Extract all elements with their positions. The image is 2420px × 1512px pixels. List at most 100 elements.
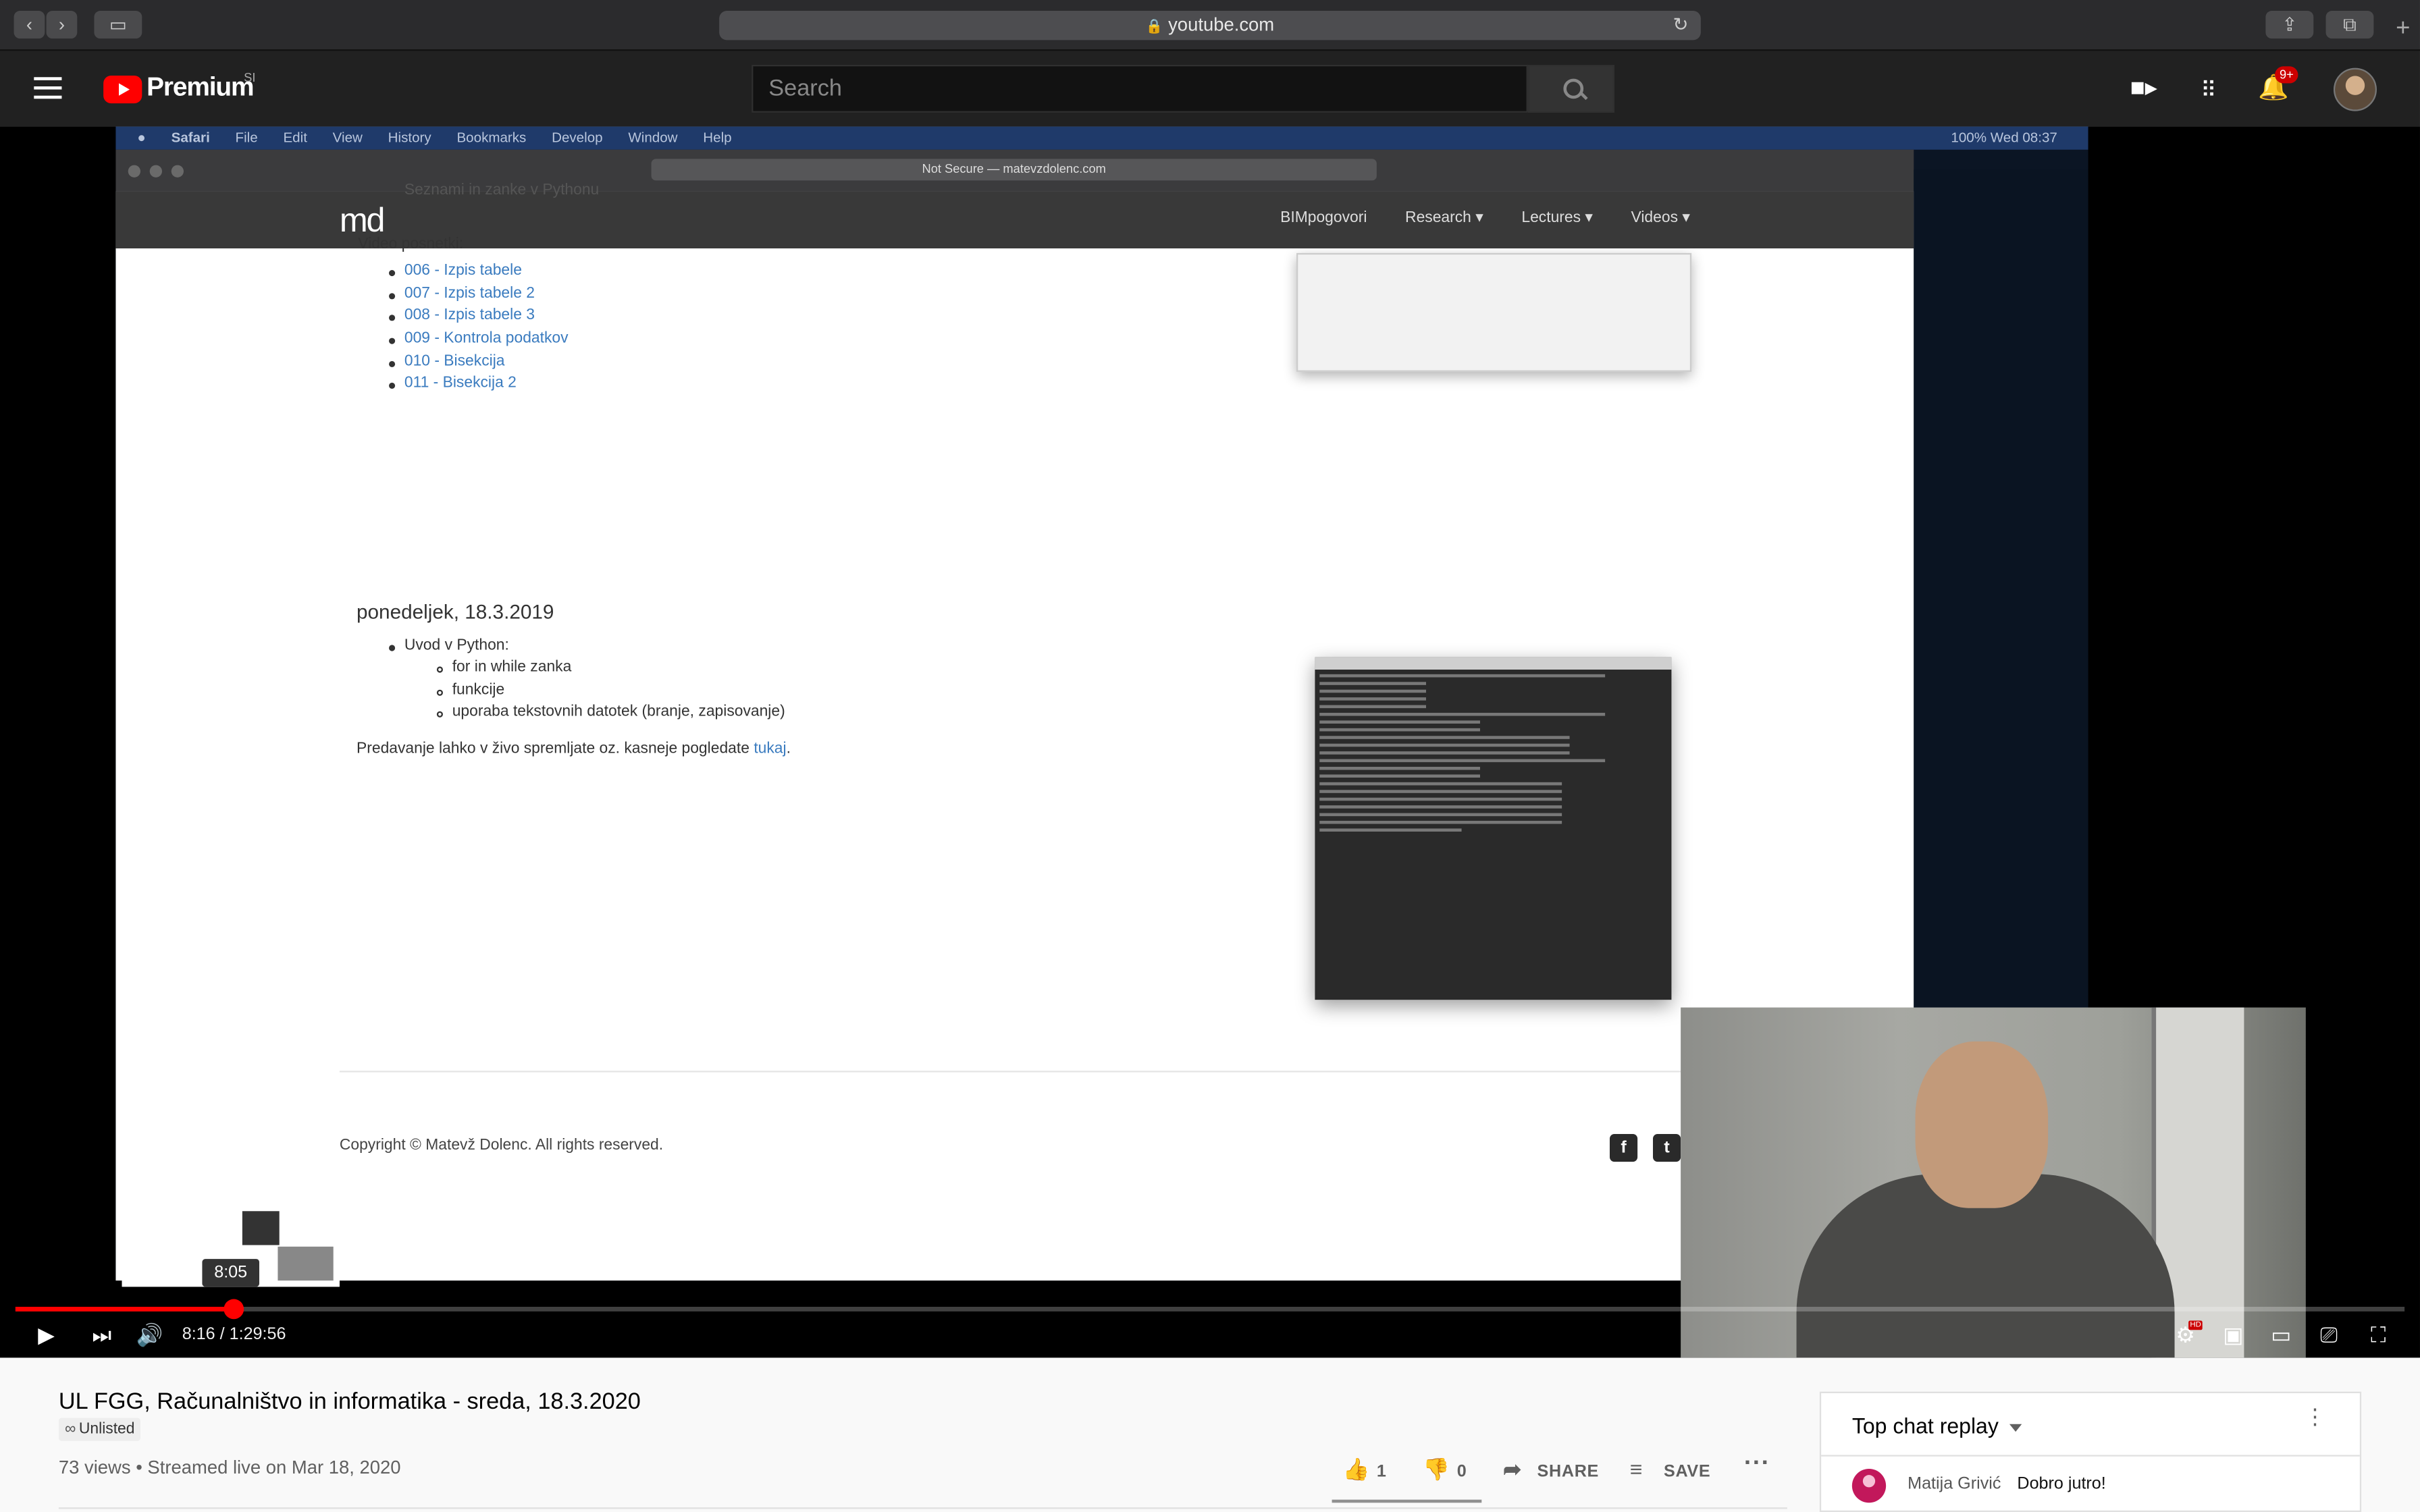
video-link: 006 - Izpis tabele <box>404 262 522 279</box>
share-icon[interactable]: ⇪ <box>2265 10 2314 39</box>
fullscreen-icon[interactable]: ⛶ <box>2361 1318 2395 1351</box>
twitter-icon: t <box>1652 1133 1681 1162</box>
account-avatar[interactable] <box>2333 68 2377 111</box>
bullet-icon <box>388 269 396 277</box>
more-actions-icon[interactable]: ··· <box>1744 1451 1770 1478</box>
site-nav-item: Research ▾ <box>1405 209 1483 227</box>
chat-mode-selector[interactable]: Top chat replay <box>1852 1413 1999 1438</box>
play-icon[interactable]: ▶ <box>31 1318 62 1351</box>
save-button[interactable]: ≡ SAVE <box>1630 1457 1711 1482</box>
lock-icon: 🔒 <box>1145 18 1163 34</box>
views-and-date: 73 views • Streamed live on Mar 18, 2020 <box>58 1456 401 1478</box>
mac-status-clock: 100% Wed 08:37 <box>1951 129 2057 145</box>
forward-icon[interactable]: › <box>46 10 78 39</box>
sub-item: for in while zanka <box>452 658 572 676</box>
video-links-label: Video posnetki: <box>358 236 464 253</box>
video-player[interactable]: ● Safari File Edit View History Bookmark… <box>0 126 2420 1358</box>
dislike-count: 0 <box>1456 1462 1467 1482</box>
reload-icon[interactable]: ↻ <box>1673 11 1689 40</box>
time-display: 8:16 / 1:29:56 <box>182 1325 286 1344</box>
sentiment-bar <box>1332 1499 1482 1503</box>
search-button[interactable] <box>1527 64 1614 113</box>
video-link: 007 - Izpis tabele 2 <box>404 285 535 302</box>
mac-menu-item: File <box>235 129 258 145</box>
mac-menu-item: View <box>332 129 363 145</box>
youtube-brand[interactable]: Premium <box>147 72 254 103</box>
intro-item: Uvod v Python: <box>404 637 509 655</box>
region-code: SI <box>244 71 256 85</box>
sub-item: funkcije <box>452 682 505 699</box>
next-icon[interactable]: ⏭ <box>86 1318 117 1351</box>
mac-menu-item: Develop <box>552 129 603 145</box>
preview-webcam <box>278 1246 334 1281</box>
recorded-browser-bar: Not Secure — matevzdolenc.com <box>115 149 1914 192</box>
dislike-button[interactable]: 👎 0 <box>1423 1457 1467 1483</box>
new-tab-icon[interactable]: + <box>2386 12 2420 46</box>
create-video-icon[interactable]: ■▸ <box>2127 72 2161 106</box>
hd-badge: HD <box>2188 1320 2203 1330</box>
tabs-overview-icon[interactable]: ⧉ <box>2325 10 2374 39</box>
site-logo: md <box>339 200 386 240</box>
dropdown-caret-icon[interactable] <box>2009 1424 2022 1432</box>
webcam-overlay <box>1681 1007 2306 1358</box>
airplay-icon[interactable]: ⎚ <box>2312 1318 2346 1351</box>
mac-menu-item: Bookmarks <box>456 129 527 145</box>
video-title: UL FGG, Računalništvo in informatika - s… <box>58 1388 641 1415</box>
chat-author-avatar[interactable] <box>1851 1468 1887 1503</box>
footer-divider <box>339 1071 1914 1073</box>
video-link: 009 - Kontrola podatkov <box>404 330 569 348</box>
site-nav-item: Lectures ▾ <box>1521 209 1593 227</box>
terminal-titlebar <box>1315 657 1672 670</box>
bullet-icon <box>388 315 396 321</box>
preview-timestamp: 8:05 <box>202 1259 259 1287</box>
chat-message-text: Dobro jutro! <box>2017 1475 2106 1494</box>
bullet-icon <box>388 293 396 300</box>
browser-toolbar: ‹ › ▭ 🔒 youtube.com ↻ ⇪ ⧉ + <box>0 0 2420 51</box>
theater-mode-icon[interactable]: ▭ <box>2264 1318 2298 1351</box>
thumbs-down-icon: 👎 <box>1423 1456 1450 1482</box>
like-count: 1 <box>1376 1462 1387 1482</box>
chat-more-options-icon[interactable]: ⋮ <box>2305 1405 2326 1427</box>
presenter-head <box>1915 1041 2049 1208</box>
sidebar-toggle-icon[interactable]: ▭ <box>94 10 142 39</box>
address-bar[interactable]: 🔒 youtube.com ↻ <box>719 10 1701 40</box>
youtube-header: Premium SI Search ■▸ ⠿ 🔔 9+ <box>0 51 2420 127</box>
facebook-icon: f <box>1609 1133 1638 1162</box>
miniplayer-icon[interactable]: ▣ <box>2216 1318 2250 1351</box>
like-button[interactable]: 👍 1 <box>1343 1457 1387 1483</box>
share-button[interactable]: ➦ SHARE <box>1503 1457 1599 1483</box>
apple-icon: ● <box>137 129 146 145</box>
live-text-body: Predavanje lahko v živo spremljate oz. k… <box>356 740 749 758</box>
video-link: 008 - Izpis tabele 3 <box>404 306 535 324</box>
circle-bullet-icon <box>436 689 443 696</box>
site-nav-item: BIMpogovori <box>1280 209 1367 227</box>
progress-bar[interactable] <box>15 1299 2405 1320</box>
scrubber-handle[interactable] <box>223 1299 244 1320</box>
back-icon[interactable]: ‹ <box>14 10 45 39</box>
search-input[interactable]: Search <box>752 64 1528 113</box>
live-text: Predavanje lahko v živo spremljate oz. k… <box>357 740 791 757</box>
volume-icon[interactable]: 🔊 <box>133 1318 167 1351</box>
recorded-webpage: md BIMpogovori Research ▾ Lectures ▾ Vid… <box>115 182 1914 1281</box>
visibility-label: Unlisted <box>78 1421 135 1438</box>
youtube-logo-icon[interactable] <box>103 75 142 104</box>
apps-grid-icon[interactable]: ⠿ <box>2192 72 2226 106</box>
bullet-icon <box>388 645 396 651</box>
playlist-add-icon: ≡ <box>1629 1456 1643 1482</box>
mac-menu-item: History <box>388 129 431 145</box>
visibility-badge: ∞ Unlisted <box>58 1418 141 1441</box>
circle-bullet-icon <box>436 711 443 718</box>
live-period: . <box>786 740 791 758</box>
thumbs-up-icon: 👍 <box>1342 1456 1371 1482</box>
chat-author-name[interactable]: Matija Grivić <box>1908 1475 2001 1493</box>
progress-played <box>15 1306 233 1312</box>
share-arrow-icon: ➦ <box>1503 1456 1522 1482</box>
info-divider <box>58 1507 1787 1509</box>
recorded-terminal <box>1315 657 1672 1000</box>
link-icon: ∞ <box>64 1421 76 1438</box>
save-label: SAVE <box>1663 1462 1711 1482</box>
copyright-text: Copyright © Matevž Dolenc. All rights re… <box>339 1137 664 1154</box>
date-heading: ponedeljek, 18.3.2019 <box>356 600 554 624</box>
mac-menu-item: Safari <box>171 129 210 145</box>
hamburger-menu-icon[interactable] <box>34 77 62 99</box>
